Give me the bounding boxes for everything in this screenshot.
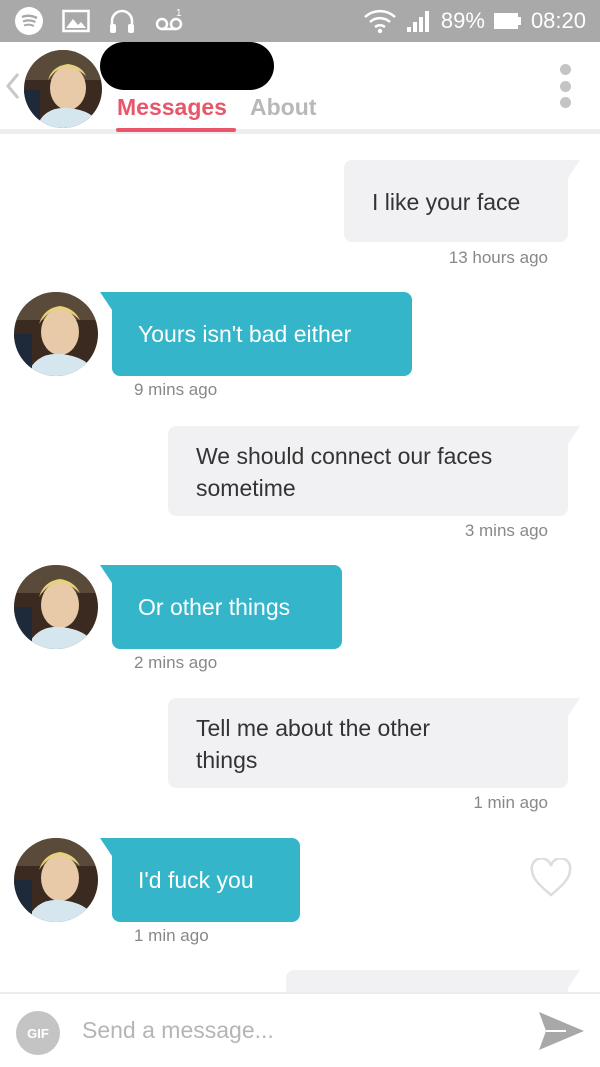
message-text: We should connect our faces sometime [196, 443, 493, 501]
status-bar: 1 89% 08:20 [0, 0, 600, 42]
message-bubble-incoming[interactable]: Or other things [100, 565, 342, 649]
message-timestamp: 9 mins ago [134, 380, 218, 399]
like-heart-icon[interactable] [529, 857, 573, 903]
match-avatar[interactable] [24, 50, 102, 128]
battery-percent: 89% [440, 8, 485, 33]
tab-about[interactable]: About [250, 94, 316, 121]
message-text: I like your face [372, 189, 521, 215]
active-tab-indicator [116, 128, 236, 132]
message-timestamp: 3 mins ago [464, 521, 548, 540]
message-timestamp: 2 mins ago [134, 653, 218, 672]
message-input[interactable]: Send a message... [82, 1017, 274, 1044]
message-timestamp: 1 min ago [473, 793, 548, 812]
tab-messages[interactable]: Messages [117, 94, 227, 121]
headphones-icon [108, 7, 136, 35]
message-text: Tell me about the other things [196, 715, 430, 773]
wifi-icon [363, 8, 397, 34]
send-icon[interactable] [536, 1008, 586, 1059]
redacted-name [100, 42, 274, 90]
match-avatar-small[interactable] [14, 838, 98, 922]
gif-button[interactable]: GIF [16, 1011, 60, 1055]
chat-header: Messages About [0, 42, 600, 134]
message-bubble-outgoing[interactable]: Tell me about the other things [168, 698, 580, 788]
clock: 08:20 [530, 8, 586, 33]
signal-icon [405, 9, 433, 33]
voicemail-icon: 1 [154, 7, 184, 35]
message-bubble-outgoing[interactable]: We should connect our faces sometime [168, 426, 580, 516]
match-avatar-small[interactable] [14, 565, 98, 649]
message-text: Yours isn't bad either [138, 321, 352, 347]
message-bubble-outgoing[interactable]: I like your face [344, 160, 580, 242]
svg-text:1: 1 [176, 8, 182, 19]
message-timestamp: 13 hours ago [448, 248, 548, 267]
message-text: Or other things [138, 594, 291, 620]
back-chevron-icon[interactable] [4, 70, 22, 107]
message-bubble-incoming[interactable]: I'd fuck you [100, 838, 300, 922]
message-composer: GIF Send a message... [0, 992, 600, 1067]
message-text: I'd fuck you [138, 867, 254, 893]
battery-icon [493, 11, 523, 31]
gallery-icon [62, 9, 90, 33]
more-options-icon[interactable] [558, 64, 572, 108]
message-timestamp: 1 min ago [134, 926, 209, 945]
match-avatar-small[interactable] [14, 292, 98, 376]
spotify-icon [14, 6, 44, 36]
message-bubble-incoming[interactable]: Yours isn't bad either [100, 292, 412, 376]
